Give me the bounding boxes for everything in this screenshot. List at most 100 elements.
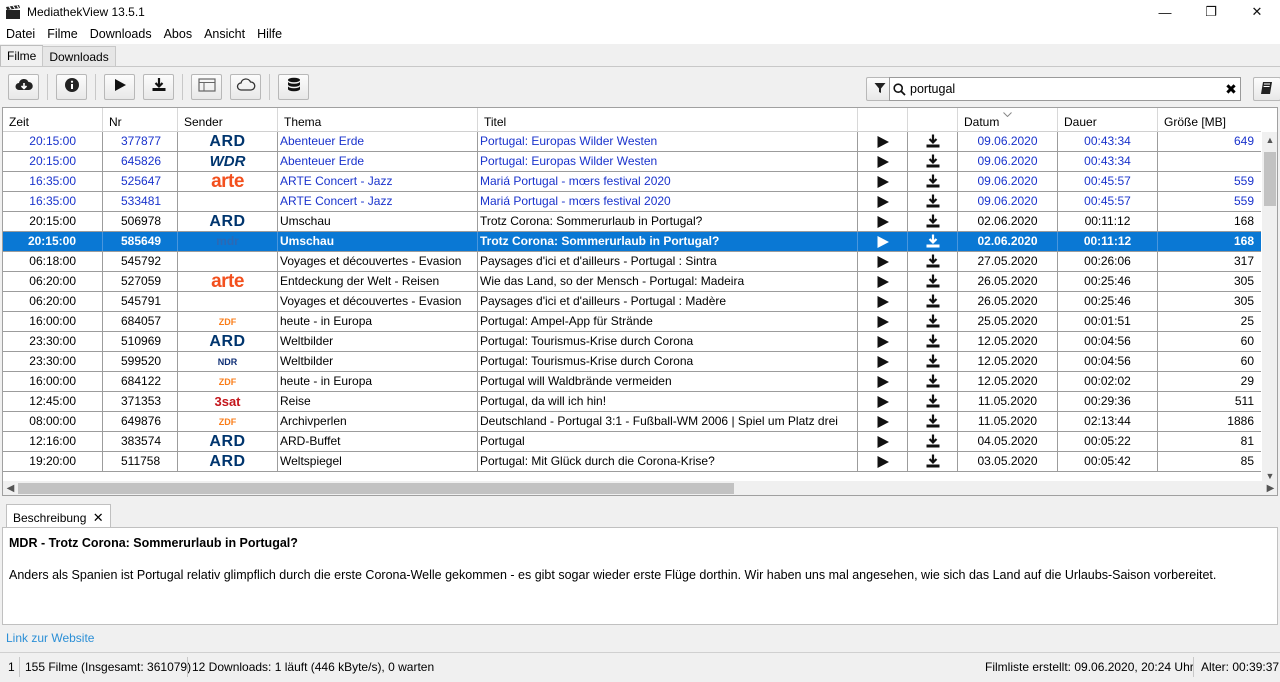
search-field[interactable]: ✖ [889, 77, 1241, 101]
scroll-up-icon[interactable]: ▲ [1262, 132, 1277, 148]
table-row[interactable]: 20:15:00 506978 ARD Umschau Trotz Corona: So… [3, 212, 1261, 232]
cell-download[interactable] [908, 132, 958, 151]
download-icon[interactable] [925, 212, 941, 231]
table-row[interactable]: 06:18:00 545792 Voyages et découvertes - E… [3, 252, 1261, 272]
play-icon[interactable] [876, 452, 890, 471]
download-icon[interactable] [925, 152, 941, 171]
play-icon[interactable] [876, 312, 890, 331]
description-tab[interactable]: Beschreibung ✕ [6, 504, 111, 528]
download-icon[interactable] [925, 452, 941, 471]
minimize-button[interactable]: — [1142, 0, 1188, 24]
table-row[interactable]: 16:35:00 525647 arte ARTE Concert - Jazz Mar… [3, 172, 1261, 192]
cell-download[interactable] [908, 332, 958, 351]
play-icon[interactable] [876, 172, 890, 191]
cell-download[interactable] [908, 452, 958, 471]
menu-filme[interactable]: Filme [41, 27, 84, 41]
cell-play[interactable] [858, 312, 908, 331]
table-row[interactable]: 23:30:00 599520 NDR Weltbilder Portugal: Tou… [3, 352, 1261, 372]
table-row[interactable]: 23:30:00 510969 ARD Weltbilder Portugal: Tou… [3, 332, 1261, 352]
table-row[interactable]: 12:16:00 383574 ARD ARD-Buffet Portugal 04.05… [3, 432, 1261, 452]
play-icon[interactable] [876, 232, 890, 251]
cell-play[interactable] [858, 272, 908, 291]
load-filmlist-button[interactable] [8, 73, 39, 100]
horizontal-scrollbar[interactable]: ◀ ▶ [3, 481, 1277, 495]
play-button[interactable] [104, 73, 135, 100]
table-row[interactable]: 06:20:00 527059 arte Entdeckung der Welt - … [3, 272, 1261, 292]
tab-filme[interactable]: Filme [0, 45, 44, 66]
download-icon[interactable] [925, 292, 941, 311]
table-row[interactable]: 20:15:00 377877 ARD Abenteuer Erde Portugal:… [3, 132, 1261, 152]
scroll-right-icon[interactable]: ▶ [1263, 481, 1277, 495]
play-icon[interactable] [876, 332, 890, 351]
download-icon[interactable] [925, 172, 941, 191]
cell-play[interactable] [858, 192, 908, 211]
column-header-sender[interactable]: Sender [178, 108, 278, 132]
cell-play[interactable] [858, 292, 908, 311]
tab-downloads[interactable]: Downloads [42, 46, 116, 66]
info-button[interactable] [56, 73, 87, 100]
table-row[interactable]: 20:15:00 645826 WDR Abenteuer Erde Portugal:… [3, 152, 1261, 172]
play-icon[interactable] [876, 412, 890, 431]
table-row[interactable]: 16:00:00 684122 ZDF heute - in Europa Portug… [3, 372, 1261, 392]
download-icon[interactable] [925, 312, 941, 331]
column-header-download[interactable] [908, 108, 958, 132]
menu-hilfe[interactable]: Hilfe [251, 27, 288, 41]
column-header-zeit[interactable]: Zeit [3, 108, 103, 132]
menu-ansicht[interactable]: Ansicht [198, 27, 251, 41]
scroll-left-icon[interactable]: ◀ [3, 481, 18, 495]
search-input[interactable] [908, 79, 1222, 99]
play-icon[interactable] [876, 212, 890, 231]
cell-download[interactable] [908, 432, 958, 451]
abo-button[interactable] [230, 73, 261, 100]
cell-download[interactable] [908, 312, 958, 331]
download-icon[interactable] [925, 332, 941, 351]
download-icon[interactable] [925, 272, 941, 291]
close-icon[interactable]: ✕ [93, 510, 104, 525]
column-header-dauer[interactable]: Dauer [1058, 108, 1158, 132]
play-icon[interactable] [876, 152, 890, 171]
cell-download[interactable] [908, 232, 958, 251]
menu-downloads[interactable]: Downloads [84, 27, 158, 41]
table-row[interactable]: 12:45:00 371353 3sat Reise Portugal, da will… [3, 392, 1261, 412]
table-row[interactable]: 19:20:00 511758 ARD Weltspiegel Portugal: Mi… [3, 452, 1261, 472]
download-icon[interactable] [925, 412, 941, 431]
cell-play[interactable] [858, 252, 908, 271]
manual-button[interactable] [1253, 77, 1280, 101]
cell-download[interactable] [908, 352, 958, 371]
cell-play[interactable] [858, 172, 908, 191]
cell-play[interactable] [858, 432, 908, 451]
cell-download[interactable] [908, 152, 958, 171]
play-icon[interactable] [876, 352, 890, 371]
download-icon[interactable] [925, 192, 941, 211]
cell-download[interactable] [908, 192, 958, 211]
column-header-groesse[interactable]: Größe [MB] [1158, 108, 1261, 132]
download-icon[interactable] [925, 132, 941, 151]
cell-download[interactable] [908, 212, 958, 231]
menu-abos[interactable]: Abos [158, 27, 199, 41]
clear-search-icon[interactable]: ✖ [1222, 81, 1240, 98]
column-header-play[interactable] [858, 108, 908, 132]
cell-download[interactable] [908, 172, 958, 191]
database-button[interactable] [278, 73, 309, 100]
cell-download[interactable] [908, 272, 958, 291]
cell-download[interactable] [908, 412, 958, 431]
cell-play[interactable] [858, 332, 908, 351]
table-row[interactable]: 06:20:00 545791 Voyages et découvertes - E… [3, 292, 1261, 312]
play-icon[interactable] [876, 132, 890, 151]
cell-play[interactable] [858, 372, 908, 391]
cell-play[interactable] [858, 452, 908, 471]
download-icon[interactable] [925, 372, 941, 391]
table-row[interactable]: 20:15:00 585649 mdr Umschau Trotz Corona: So… [3, 232, 1261, 252]
play-icon[interactable] [876, 292, 890, 311]
column-header-thema[interactable]: Thema [278, 108, 478, 132]
cell-play[interactable] [858, 152, 908, 171]
cell-download[interactable] [908, 372, 958, 391]
cell-play[interactable] [858, 232, 908, 251]
play-icon[interactable] [876, 392, 890, 411]
vertical-scrollbar[interactable]: ▲ ▼ [1262, 132, 1277, 484]
cell-download[interactable] [908, 392, 958, 411]
download-icon[interactable] [925, 352, 941, 371]
cell-download[interactable] [908, 252, 958, 271]
table-view-button[interactable] [191, 73, 222, 100]
horizontal-scroll-thumb[interactable] [18, 483, 734, 494]
